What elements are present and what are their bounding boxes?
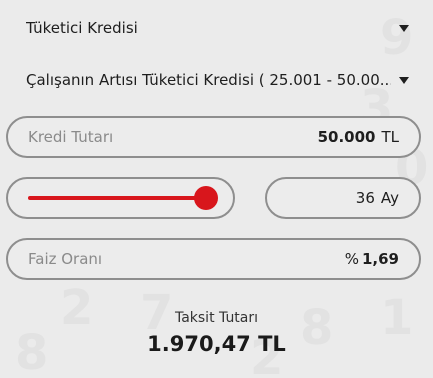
loan-amount-unit: TL [381,128,399,146]
interest-rate-field: Faiz Oranı % 1,69 [6,238,421,280]
term-slider-track[interactable] [28,186,218,210]
installment-label: Taksit Tutarı [174,310,259,326]
loan-amount-field[interactable]: Kredi Tutarı 50.000 TL [6,116,421,158]
loan-type-select[interactable]: Tüketici Kredisi [10,10,421,46]
product-select[interactable]: Çalışanın Artısı Tüketici Kredisi ( 25.0… [10,62,421,98]
installment-value: 1.970,47 TL [147,332,286,356]
chevron-down-icon [399,24,409,32]
interest-rate-value: 1,69 [361,250,399,268]
term-value[interactable]: 36 [356,189,375,207]
term-slider-thumb[interactable] [193,186,218,210]
interest-rate-prefix: % [344,250,359,268]
loan-amount-label: Kredi Tutarı [28,128,114,146]
term-unit: Ay [380,189,399,207]
product-value: Çalışanın Artısı Tüketici Kredisi ( 25.0… [26,71,391,89]
loan-type-value: Tüketici Kredisi [26,19,138,37]
term-slider-container [6,177,235,219]
chevron-down-icon [399,76,409,84]
loan-amount-value[interactable]: 50.000 [318,128,376,146]
interest-rate-label: Faiz Oranı [28,250,103,268]
term-field[interactable]: 36 Ay [265,177,421,219]
